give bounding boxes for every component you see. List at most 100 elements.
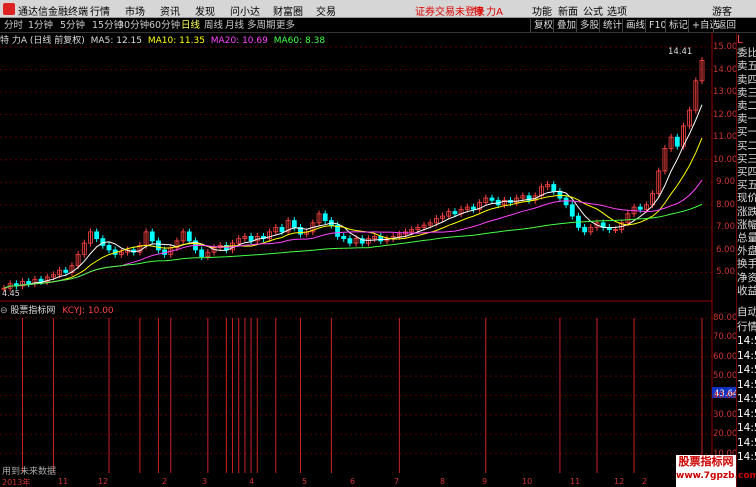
date-label: 9 bbox=[482, 477, 488, 486]
menu-options[interactable]: 选项 bbox=[607, 3, 627, 18]
candle-body bbox=[63, 269, 69, 273]
period-tab-30min[interactable]: 30分钟 bbox=[118, 19, 149, 32]
side-panel-label[interactable]: 涨跌 bbox=[737, 206, 756, 219]
period-tab-5min[interactable]: 5分钟 bbox=[60, 19, 85, 32]
candle-body bbox=[557, 190, 563, 199]
date-label: 11 bbox=[58, 477, 69, 486]
candle-body bbox=[156, 240, 161, 251]
side-panel-label[interactable]: 买二 bbox=[737, 140, 756, 153]
menu-guest[interactable]: 游客 bbox=[712, 3, 732, 18]
date-label: 12 bbox=[98, 477, 109, 486]
ma5-label: MA5 bbox=[90, 36, 111, 46]
side-panel-label[interactable]: 换手 bbox=[737, 258, 756, 271]
side-panel-label[interactable]: 卖五 bbox=[737, 60, 756, 73]
menu-formula[interactable]: 公式 bbox=[583, 3, 603, 18]
menu-discover[interactable]: 发现 bbox=[195, 3, 215, 18]
btn-adjust[interactable]: 复权 bbox=[530, 19, 553, 32]
kcyj-value: KCYJ: 10.00 bbox=[62, 306, 114, 316]
period-tab-multi[interactable]: 多周期 bbox=[247, 19, 276, 32]
side-panel-label[interactable]: 现价 bbox=[737, 192, 756, 205]
sub-y-tick-label: 30.00 bbox=[713, 409, 738, 420]
y-tick-label: 10.00 bbox=[713, 154, 738, 165]
date-label: 7 bbox=[394, 477, 400, 486]
candle-body bbox=[106, 244, 112, 251]
side-panel-label[interactable]: 外盘 bbox=[737, 245, 756, 258]
candle-body bbox=[563, 197, 569, 206]
side-panel-label[interactable]: 涨幅 bbox=[737, 219, 756, 232]
period-tab-more[interactable]: 更多 bbox=[276, 19, 295, 32]
candle-body bbox=[38, 278, 44, 282]
btn-draw[interactable]: 画线 bbox=[622, 19, 645, 32]
kline-chart-area[interactable]: 14.41 4.45 43.64 bbox=[0, 33, 736, 476]
date-label: 6 bbox=[350, 477, 356, 486]
side-panel-label[interactable]: 卖二 bbox=[737, 100, 756, 113]
ma10-line bbox=[3, 137, 703, 289]
chart-subtitle: (日线 前复权) bbox=[29, 36, 85, 46]
side-panel-label[interactable]: 收益 bbox=[737, 285, 756, 298]
candle-body bbox=[551, 184, 557, 192]
side-panel-label[interactable]: 买一 bbox=[737, 126, 756, 139]
menu-wealth[interactable]: 财富圈 bbox=[273, 3, 303, 18]
candle-body bbox=[248, 235, 254, 242]
menu-market-quotes[interactable]: 行情 bbox=[90, 3, 110, 18]
title-bar: 通达信金融终端 行情 市场 资讯 发现 问小达 财富圈 交易 证券交易未登录 特… bbox=[0, 0, 756, 18]
btn-mark[interactable]: 标记 bbox=[665, 19, 688, 32]
candle-body bbox=[347, 238, 353, 244]
date-axis: 2013年 11 12 2 3 4 5 6 7 8 9 10 11 12 2 bbox=[0, 476, 712, 487]
period-tab-intraday[interactable]: 分时 bbox=[4, 19, 23, 32]
y-tick-label: 13.00 bbox=[713, 87, 738, 98]
side-panel-label[interactable]: 买三 bbox=[737, 153, 756, 166]
candle-body bbox=[674, 136, 680, 147]
period-tab-1min[interactable]: 1分钟 bbox=[28, 19, 53, 32]
watermark-title: 股票指标网 bbox=[678, 455, 734, 468]
side-panel-label[interactable]: 卖一 bbox=[737, 113, 756, 126]
menu-new-page[interactable]: 新面 bbox=[558, 3, 578, 18]
ma10-label: MA10 bbox=[147, 36, 174, 46]
btn-statistics[interactable]: 统计 bbox=[599, 19, 622, 32]
ma20-value: 10.69 bbox=[242, 36, 268, 46]
period-tab-weekly[interactable]: 周线 bbox=[204, 19, 223, 32]
sub-y-tick-label: 80.00 bbox=[713, 313, 738, 323]
period-tab-monthly[interactable]: 月线 bbox=[225, 19, 244, 32]
side-panel-label[interactable]: 卖三 bbox=[737, 87, 756, 100]
app-window: 通达信金融终端 行情 市场 资讯 发现 问小达 财富圈 交易 证券交易未登录 特… bbox=[0, 0, 756, 487]
menu-function[interactable]: 功能 bbox=[532, 3, 552, 18]
period-tab-daily[interactable]: 日线 bbox=[181, 19, 200, 32]
side-panel-label[interactable]: 委比 bbox=[737, 47, 756, 60]
collapse-icon[interactable]: ⊖ bbox=[0, 306, 8, 316]
watermark-box: 股票指标网 www.7gpzb.com bbox=[676, 455, 756, 487]
side-panel-label[interactable]: L bbox=[737, 34, 756, 47]
y-tick-label: 14.00 bbox=[713, 64, 738, 75]
side-panel-time: 14:5 bbox=[737, 349, 756, 362]
side-panel-time: 14:5 bbox=[737, 364, 756, 376]
main-chart-header: 特 力A (日线 前复权) MA5: 12.15 MA10: 11.35 MA2… bbox=[0, 36, 326, 46]
side-panel-time: 14:5 bbox=[737, 393, 756, 405]
period-tab-60min[interactable]: 60分钟 bbox=[149, 19, 180, 32]
candle-body bbox=[582, 226, 588, 233]
candle-body bbox=[569, 204, 575, 217]
side-panel-label[interactable]: 买四 bbox=[737, 166, 756, 179]
btn-multi-stock[interactable]: 多股 bbox=[576, 19, 599, 32]
side-panel-label[interactable]: 净资 bbox=[737, 272, 756, 285]
candle-body bbox=[341, 235, 347, 240]
side-panel-label[interactable]: 卖四 bbox=[737, 74, 756, 87]
sub-y-tick-label: 20.00 bbox=[713, 429, 738, 440]
y-tick-label: 9.00 bbox=[716, 177, 735, 188]
btn-overlay[interactable]: 叠加 bbox=[553, 19, 576, 32]
side-panel-time: 14:5 bbox=[737, 335, 756, 347]
side-panel-label[interactable]: 买五 bbox=[737, 179, 756, 192]
date-label: 2 bbox=[642, 477, 648, 486]
menu-market[interactable]: 市场 bbox=[125, 3, 145, 18]
period-toolbar: 分时 1分钟 5分钟 15分钟 30分钟 60分钟 日线 周线 月线 多周期 更… bbox=[0, 18, 756, 33]
menu-trade[interactable]: 交易 bbox=[316, 3, 336, 18]
date-label: 4 bbox=[249, 477, 255, 486]
menu-ask[interactable]: 问小达 bbox=[230, 3, 260, 18]
ma5-line bbox=[3, 104, 703, 289]
btn-back[interactable]: 返回 bbox=[713, 19, 736, 32]
sub-y-tick-label: 70.00 bbox=[713, 332, 738, 343]
side-panel-time: 行情 bbox=[737, 320, 756, 333]
side-panel-label[interactable]: 总量 bbox=[737, 232, 756, 245]
btn-f10[interactable]: F10 bbox=[645, 19, 667, 32]
ma5-value: 12.15 bbox=[116, 36, 142, 46]
menu-news[interactable]: 资讯 bbox=[160, 3, 180, 18]
